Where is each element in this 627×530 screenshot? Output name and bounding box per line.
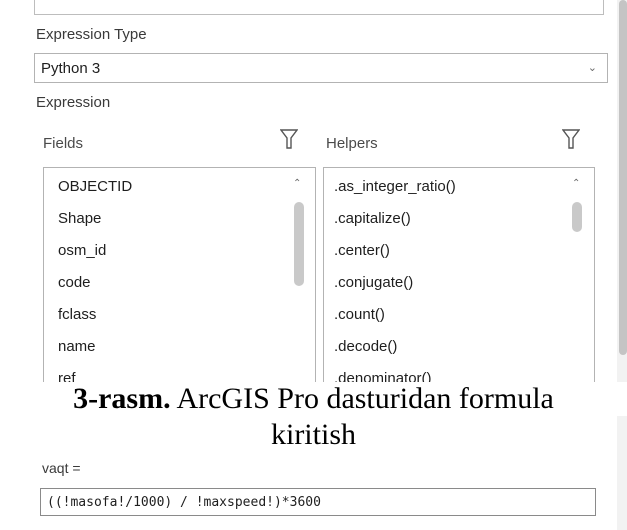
figure-caption-line1: 3-rasm. ArcGIS Pro dasturidan formula [0,382,627,416]
helpers-header: Helpers [326,135,378,152]
caption-figure-number: 3-rasm. [73,382,171,415]
chevron-up-icon[interactable]: ⌃ [572,178,580,189]
expression-type-select[interactable]: Python 3 ⌄ [34,53,608,83]
list-item[interactable]: osm_id [58,242,106,259]
list-item[interactable]: .capitalize() [334,210,411,227]
panel-scrollbar-thumb[interactable] [619,0,627,355]
caption-text: ArcGIS Pro dasturidan formula [170,382,554,415]
fields-header: Fields [43,135,84,152]
list-item[interactable]: .conjugate() [334,274,413,291]
chevron-up-icon[interactable]: ⌃ [293,178,301,189]
list-item[interactable]: name [58,338,96,355]
list-item[interactable]: code [58,274,91,291]
list-item[interactable]: OBJECTID [58,178,132,195]
expression-label: Expression [36,94,111,111]
expression-input[interactable]: ((!masofa!/1000) / !maxspeed!)*3600 [40,488,596,516]
figure-caption-line2: kiritish [270,418,356,451]
list-item[interactable]: fclass [58,306,96,323]
list-item[interactable]: .as_integer_ratio() [334,178,456,195]
fields-list[interactable]: OBJECTID Shape osm_id code fclass name r… [43,167,316,387]
helpers-list[interactable]: .as_integer_ratio() .capitalize() .cente… [323,167,595,387]
list-item[interactable]: Shape [58,210,101,227]
chevron-down-icon: ⌄ [587,62,597,74]
fields-filter-icon[interactable] [279,128,299,155]
list-item[interactable]: .decode() [334,338,397,355]
expression-type-label: Expression Type [36,26,147,43]
list-item[interactable]: .count() [334,306,385,323]
expression-text: ((!masofa!/1000) / !maxspeed!)*3600 [47,494,321,510]
list-item[interactable]: .center() [334,242,390,259]
variable-label: vaqt = [42,460,81,476]
helpers-scrollbar-thumb[interactable] [572,202,582,232]
expression-type-value: Python 3 [41,59,101,77]
previous-field-input[interactable] [34,0,604,15]
helpers-filter-icon[interactable] [561,128,581,155]
fields-scrollbar-thumb[interactable] [294,202,304,286]
